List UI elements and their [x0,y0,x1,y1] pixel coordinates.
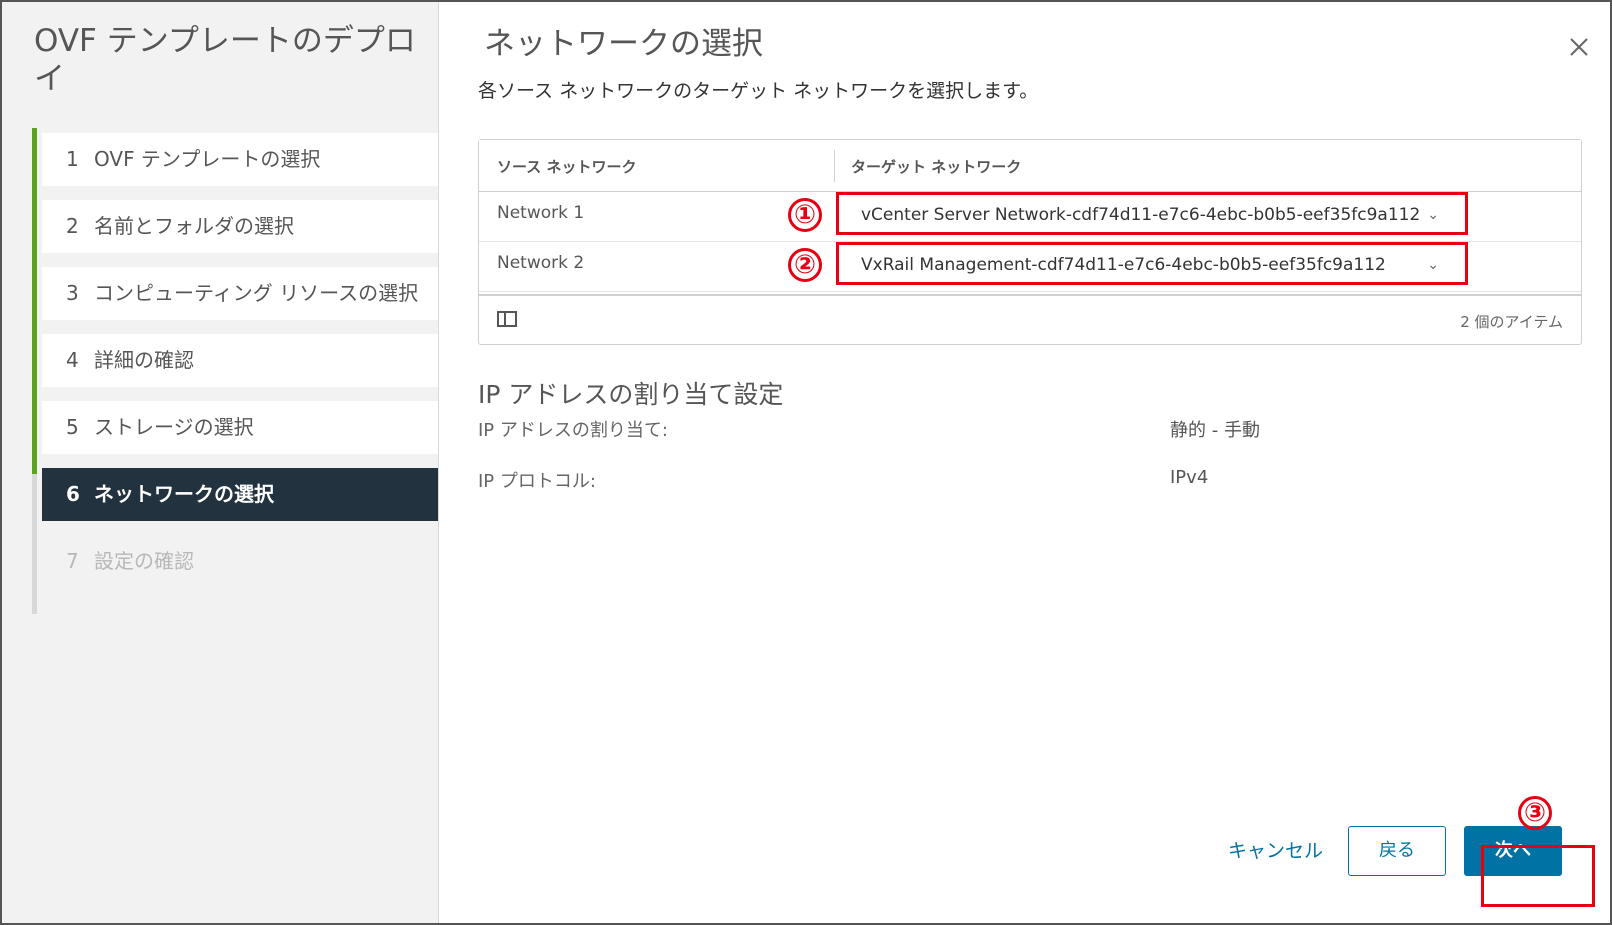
close-icon[interactable] [1566,34,1592,60]
ip-protocol-value: IPv4 [1170,467,1209,488]
highlight-box-1 [836,192,1468,235]
step-number: 4 [66,348,79,372]
column-header-source[interactable]: ソース ネットワーク [497,156,636,177]
wizard-step-1[interactable]: 1 OVF テンプレートの選択 [42,133,438,186]
wizard-step-3[interactable]: 3 コンピューティング リソースの選択 [42,267,438,320]
highlight-box-3 [1481,845,1595,907]
step-number: 1 [66,147,79,171]
column-toggle-icon[interactable] [497,311,517,327]
step-number: 3 [66,281,79,305]
step-number: 6 [66,482,80,506]
page-title: ネットワークの選択 [484,26,763,62]
cancel-button[interactable]: キャンセル [1228,836,1323,863]
step-number: 2 [66,214,79,238]
wizard-step-2[interactable]: 2 名前とフォルダの選択 [42,200,438,253]
column-header-target[interactable]: ターゲット ネットワーク [851,156,1021,177]
main-panel: ネットワークの選択 各ソース ネットワークのターゲット ネットワークを選択します… [440,2,1610,923]
ip-protocol-label: IP プロトコル: [478,471,596,492]
source-network-cell: Network 2 [497,253,585,273]
step-label: OVF テンプレートの選択 [94,147,321,171]
step-progress-done [32,128,37,474]
ip-allocation-value: 静的 - 手動 [1170,420,1260,441]
page-subtitle: 各ソース ネットワークのターゲット ネットワークを選択します。 [478,80,1039,102]
step-label: 詳細の確認 [94,348,194,372]
annotation-marker-3: ③ [1518,796,1552,830]
annotation-marker-1: ① [788,198,822,232]
step-label: コンピューティング リソースの選択 [94,281,419,305]
step-label: 名前とフォルダの選択 [94,214,294,238]
annotation-marker-2: ② [788,248,822,282]
ip-allocation-label: IP アドレスの割り当て: [478,420,668,441]
source-network-cell: Network 1 [497,203,585,223]
step-label: 設定の確認 [94,549,194,573]
step-label: ネットワークの選択 [94,482,274,506]
step-label: ストレージの選択 [94,415,254,439]
column-separator[interactable] [834,150,835,182]
wizard-step-7: 7 設定の確認 [42,535,438,588]
item-count: 2 個のアイテム [1460,313,1563,331]
wizard-step-4[interactable]: 4 詳細の確認 [42,334,438,387]
ip-section-title: IP アドレスの割り当て設定 [478,380,784,409]
wizard-step-5[interactable]: 5 ストレージの選択 [42,401,438,454]
grid-header: ソース ネットワーク ターゲット ネットワーク [479,140,1581,192]
step-number: 5 [66,415,79,439]
back-button[interactable]: 戻る [1348,826,1446,876]
wizard-step-6[interactable]: 6 ネットワークの選択 [42,468,438,521]
wizard-title: OVF テンプレートのデプロイ [34,23,416,97]
highlight-box-2 [836,242,1468,285]
step-number: 7 [66,549,79,573]
grid-footer: 2 個のアイテム [479,294,1581,344]
